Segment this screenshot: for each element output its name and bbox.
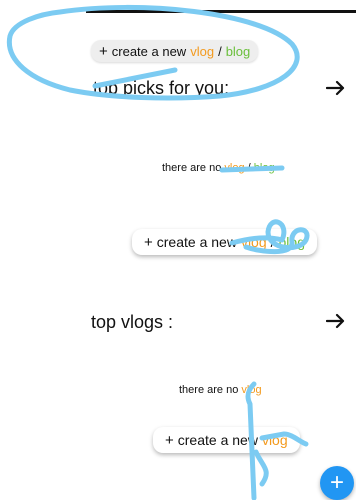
plus-icon: +: [99, 42, 108, 60]
vlog-word: vlog: [240, 234, 267, 250]
arrow-right-icon[interactable]: [326, 313, 346, 329]
header-underline: [86, 10, 356, 13]
vlog-word: vlog: [261, 432, 288, 448]
create-label: create a new: [156, 234, 237, 250]
plus-icon: +: [144, 233, 153, 251]
create-label: create a new: [111, 43, 187, 59]
empty-blog-word: blog: [253, 162, 275, 174]
empty-prefix: there are no: [162, 162, 222, 174]
empty-prefix: there are no: [179, 384, 239, 396]
arrow-right-icon[interactable]: [326, 80, 346, 96]
empty-vlog-word: vlog: [241, 384, 262, 396]
add-fab-button[interactable]: +: [320, 466, 354, 500]
create-vlog-blog-button-picks[interactable]: + create a new vlog / blog: [132, 229, 317, 255]
vlog-word: vlog: [190, 43, 215, 59]
scribble-hook: [253, 449, 269, 487]
blog-word: blog: [225, 43, 251, 59]
create-vlog-button-vlogs[interactable]: + create a new vlog: [153, 427, 300, 453]
create-vlog-blog-button[interactable]: + create a new vlog / blog: [91, 40, 259, 62]
top-vlogs-empty-text: there are no vlog: [179, 384, 262, 396]
top-vlogs-title: top vlogs :: [91, 312, 174, 332]
empty-vlog-word: vlog: [224, 162, 245, 174]
top-picks-title: top picks for you:: [93, 78, 230, 98]
separator: /: [270, 234, 275, 250]
separator: /: [218, 43, 222, 59]
blog-word: blog: [278, 234, 305, 250]
create-label: create a new: [177, 432, 258, 448]
plus-icon: +: [165, 431, 174, 449]
empty-separator: /: [247, 162, 251, 174]
top-picks-empty-text: there are no vlog / blog: [162, 162, 275, 174]
